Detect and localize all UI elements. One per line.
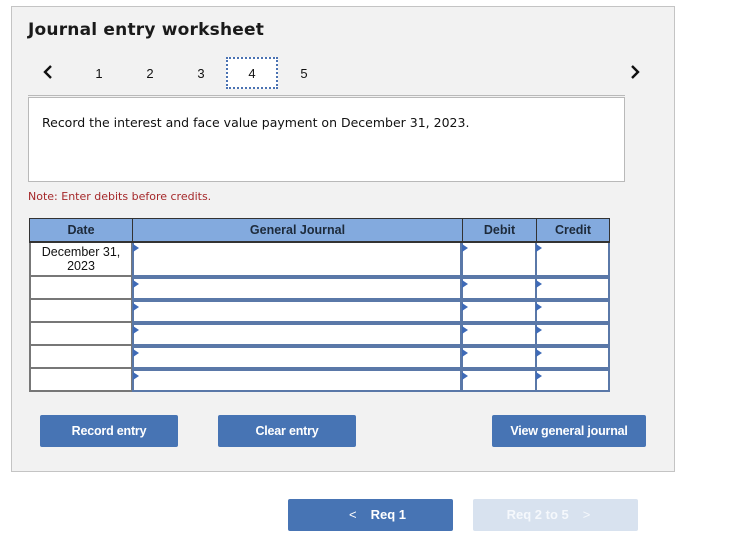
worksheet-title: Journal entry worksheet: [28, 20, 265, 40]
next-requirement-label: Req 2 to 5: [506, 507, 569, 522]
next-requirement-button[interactable]: Req 2 to 5 >: [473, 499, 638, 531]
instruction-box: Record the interest and face value payme…: [28, 97, 625, 182]
chevron-left-icon: <: [349, 507, 357, 522]
step-tab-5[interactable]: 5: [278, 60, 330, 88]
date-cell[interactable]: [29, 346, 132, 369]
date-cell[interactable]: [29, 277, 132, 300]
header-date: Date: [67, 223, 95, 237]
dropdown-flag-icon: [462, 303, 468, 311]
account-input[interactable]: [132, 346, 462, 369]
dropdown-flag-icon: [133, 326, 139, 334]
header-debit: Debit: [483, 223, 516, 237]
credit-input[interactable]: [535, 243, 610, 277]
dropdown-flag-icon: [133, 349, 139, 357]
debit-input[interactable]: [461, 300, 537, 323]
debit-input[interactable]: [461, 243, 537, 277]
account-input[interactable]: [132, 277, 462, 300]
dropdown-flag-icon: [133, 280, 139, 288]
chevron-left-icon: [43, 65, 52, 79]
credit-input[interactable]: [535, 323, 610, 346]
dropdown-flag-icon: [462, 349, 468, 357]
account-input[interactable]: [132, 369, 462, 392]
dropdown-flag-icon: [462, 326, 468, 334]
debit-input[interactable]: [461, 346, 537, 369]
clear-entry-button[interactable]: Clear entry: [218, 415, 356, 447]
step-tab-1[interactable]: 1: [73, 60, 125, 88]
table-row: [29, 369, 610, 392]
journal-table-header: Date General Journal Debit Credit: [29, 218, 610, 243]
step-tab-2[interactable]: 2: [124, 60, 176, 88]
prev-requirement-label: Req 1: [370, 507, 406, 522]
table-row: December 31, 2023: [29, 243, 610, 277]
journal-table: Date General Journal Debit Credit Decemb…: [29, 218, 610, 392]
chevron-right-icon: [631, 65, 640, 79]
dropdown-flag-icon: [536, 349, 542, 357]
record-entry-button[interactable]: Record entry: [40, 415, 178, 447]
prev-step-button[interactable]: [40, 62, 56, 82]
chevron-right-icon: >: [582, 507, 591, 522]
date-cell[interactable]: [29, 323, 132, 346]
step-tab-3[interactable]: 3: [175, 60, 227, 88]
account-input[interactable]: [132, 323, 462, 346]
dropdown-flag-icon: [462, 244, 468, 252]
table-row: [29, 277, 610, 300]
dropdown-flag-icon: [536, 244, 542, 252]
date-cell[interactable]: December 31, 2023: [29, 243, 132, 277]
dropdown-flag-icon: [536, 303, 542, 311]
debit-input[interactable]: [461, 323, 537, 346]
table-row: [29, 346, 610, 369]
date-cell[interactable]: [29, 369, 132, 392]
next-step-button[interactable]: [627, 62, 643, 82]
view-general-journal-button[interactable]: View general journal: [492, 415, 646, 447]
date-cell[interactable]: [29, 300, 132, 323]
dropdown-flag-icon: [133, 372, 139, 380]
table-row: [29, 300, 610, 323]
dropdown-flag-icon: [462, 372, 468, 380]
dropdown-flag-icon: [536, 326, 542, 334]
credit-input[interactable]: [535, 277, 610, 300]
prev-requirement-button[interactable]: < Req 1: [288, 499, 453, 531]
header-general-journal: General Journal: [249, 223, 346, 237]
header-credit: Credit: [554, 223, 592, 237]
debit-credit-note: Note: Enter debits before credits.: [28, 190, 212, 203]
credit-input[interactable]: [535, 369, 610, 392]
table-row: [29, 323, 610, 346]
credit-input[interactable]: [535, 300, 610, 323]
debit-input[interactable]: [461, 369, 537, 392]
dropdown-flag-icon: [536, 372, 542, 380]
credit-input[interactable]: [535, 346, 610, 369]
account-input[interactable]: [132, 243, 462, 277]
account-input[interactable]: [132, 300, 462, 323]
dropdown-flag-icon: [133, 303, 139, 311]
debit-input[interactable]: [461, 277, 537, 300]
dropdown-flag-icon: [133, 244, 139, 252]
instruction-text: Record the interest and face value payme…: [42, 115, 470, 130]
tab-divider: [28, 95, 625, 96]
step-tab-4-active[interactable]: 4: [226, 57, 278, 89]
dropdown-flag-icon: [462, 280, 468, 288]
dropdown-flag-icon: [536, 280, 542, 288]
